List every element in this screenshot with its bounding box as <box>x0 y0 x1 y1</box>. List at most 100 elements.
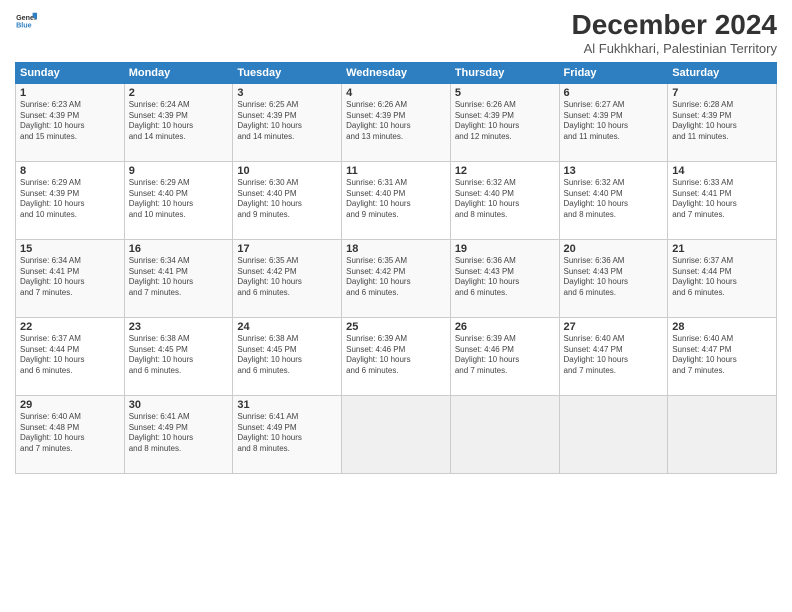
day-number: 29 <box>20 399 120 411</box>
day-number: 5 <box>455 87 555 99</box>
day-cell: 1Sunrise: 6:23 AM Sunset: 4:39 PM Daylig… <box>16 83 125 161</box>
day-number: 6 <box>564 87 664 99</box>
day-info: Sunrise: 6:35 AM Sunset: 4:42 PM Dayligh… <box>346 256 446 299</box>
logo-icon: General Blue <box>15 10 37 32</box>
day-number: 18 <box>346 243 446 255</box>
day-cell: 23Sunrise: 6:38 AM Sunset: 4:45 PM Dayli… <box>124 317 233 395</box>
day-cell: 9Sunrise: 6:29 AM Sunset: 4:40 PM Daylig… <box>124 161 233 239</box>
day-number: 1 <box>20 87 120 99</box>
day-info: Sunrise: 6:34 AM Sunset: 4:41 PM Dayligh… <box>129 256 229 299</box>
day-info: Sunrise: 6:24 AM Sunset: 4:39 PM Dayligh… <box>129 100 229 143</box>
day-cell: 17Sunrise: 6:35 AM Sunset: 4:42 PM Dayli… <box>233 239 342 317</box>
day-info: Sunrise: 6:26 AM Sunset: 4:39 PM Dayligh… <box>455 100 555 143</box>
day-cell: 4Sunrise: 6:26 AM Sunset: 4:39 PM Daylig… <box>342 83 451 161</box>
page: General Blue December 2024 Al Fukhkhari,… <box>0 0 792 612</box>
day-number: 15 <box>20 243 120 255</box>
week-row-5: 29Sunrise: 6:40 AM Sunset: 4:48 PM Dayli… <box>16 395 777 473</box>
day-cell: 29Sunrise: 6:40 AM Sunset: 4:48 PM Dayli… <box>16 395 125 473</box>
col-wednesday: Wednesday <box>342 62 451 83</box>
day-info: Sunrise: 6:41 AM Sunset: 4:49 PM Dayligh… <box>129 412 229 455</box>
day-number: 13 <box>564 165 664 177</box>
header: General Blue December 2024 Al Fukhkhari,… <box>15 10 777 56</box>
day-number: 27 <box>564 321 664 333</box>
day-info: Sunrise: 6:29 AM Sunset: 4:39 PM Dayligh… <box>20 178 120 221</box>
col-monday: Monday <box>124 62 233 83</box>
col-sunday: Sunday <box>16 62 125 83</box>
day-number: 22 <box>20 321 120 333</box>
day-number: 30 <box>129 399 229 411</box>
week-row-2: 8Sunrise: 6:29 AM Sunset: 4:39 PM Daylig… <box>16 161 777 239</box>
day-number: 3 <box>237 87 337 99</box>
day-cell <box>559 395 668 473</box>
day-number: 25 <box>346 321 446 333</box>
logo: General Blue <box>15 10 37 32</box>
day-info: Sunrise: 6:34 AM Sunset: 4:41 PM Dayligh… <box>20 256 120 299</box>
day-number: 10 <box>237 165 337 177</box>
day-number: 4 <box>346 87 446 99</box>
day-info: Sunrise: 6:41 AM Sunset: 4:49 PM Dayligh… <box>237 412 337 455</box>
day-info: Sunrise: 6:32 AM Sunset: 4:40 PM Dayligh… <box>455 178 555 221</box>
title-block: December 2024 Al Fukhkhari, Palestinian … <box>572 10 777 56</box>
day-number: 28 <box>672 321 772 333</box>
day-info: Sunrise: 6:28 AM Sunset: 4:39 PM Dayligh… <box>672 100 772 143</box>
col-tuesday: Tuesday <box>233 62 342 83</box>
header-row: Sunday Monday Tuesday Wednesday Thursday… <box>16 62 777 83</box>
day-number: 16 <box>129 243 229 255</box>
day-cell: 21Sunrise: 6:37 AM Sunset: 4:44 PM Dayli… <box>668 239 777 317</box>
day-info: Sunrise: 6:23 AM Sunset: 4:39 PM Dayligh… <box>20 100 120 143</box>
day-cell: 28Sunrise: 6:40 AM Sunset: 4:47 PM Dayli… <box>668 317 777 395</box>
day-cell: 19Sunrise: 6:36 AM Sunset: 4:43 PM Dayli… <box>450 239 559 317</box>
calendar-title: December 2024 <box>572 10 777 41</box>
col-thursday: Thursday <box>450 62 559 83</box>
day-cell: 6Sunrise: 6:27 AM Sunset: 4:39 PM Daylig… <box>559 83 668 161</box>
day-info: Sunrise: 6:36 AM Sunset: 4:43 PM Dayligh… <box>455 256 555 299</box>
day-info: Sunrise: 6:31 AM Sunset: 4:40 PM Dayligh… <box>346 178 446 221</box>
day-cell: 14Sunrise: 6:33 AM Sunset: 4:41 PM Dayli… <box>668 161 777 239</box>
day-info: Sunrise: 6:40 AM Sunset: 4:48 PM Dayligh… <box>20 412 120 455</box>
day-cell: 22Sunrise: 6:37 AM Sunset: 4:44 PM Dayli… <box>16 317 125 395</box>
day-cell: 30Sunrise: 6:41 AM Sunset: 4:49 PM Dayli… <box>124 395 233 473</box>
calendar-table: Sunday Monday Tuesday Wednesday Thursday… <box>15 62 777 474</box>
day-cell: 16Sunrise: 6:34 AM Sunset: 4:41 PM Dayli… <box>124 239 233 317</box>
week-row-1: 1Sunrise: 6:23 AM Sunset: 4:39 PM Daylig… <box>16 83 777 161</box>
day-number: 23 <box>129 321 229 333</box>
day-cell: 3Sunrise: 6:25 AM Sunset: 4:39 PM Daylig… <box>233 83 342 161</box>
day-cell: 26Sunrise: 6:39 AM Sunset: 4:46 PM Dayli… <box>450 317 559 395</box>
day-number: 20 <box>564 243 664 255</box>
day-cell: 11Sunrise: 6:31 AM Sunset: 4:40 PM Dayli… <box>342 161 451 239</box>
day-cell: 24Sunrise: 6:38 AM Sunset: 4:45 PM Dayli… <box>233 317 342 395</box>
day-cell: 7Sunrise: 6:28 AM Sunset: 4:39 PM Daylig… <box>668 83 777 161</box>
day-number: 11 <box>346 165 446 177</box>
day-info: Sunrise: 6:32 AM Sunset: 4:40 PM Dayligh… <box>564 178 664 221</box>
day-info: Sunrise: 6:25 AM Sunset: 4:39 PM Dayligh… <box>237 100 337 143</box>
day-info: Sunrise: 6:39 AM Sunset: 4:46 PM Dayligh… <box>346 334 446 377</box>
day-info: Sunrise: 6:37 AM Sunset: 4:44 PM Dayligh… <box>672 256 772 299</box>
day-cell: 8Sunrise: 6:29 AM Sunset: 4:39 PM Daylig… <box>16 161 125 239</box>
day-number: 24 <box>237 321 337 333</box>
day-info: Sunrise: 6:40 AM Sunset: 4:47 PM Dayligh… <box>564 334 664 377</box>
day-number: 26 <box>455 321 555 333</box>
day-cell <box>450 395 559 473</box>
day-number: 9 <box>129 165 229 177</box>
col-friday: Friday <box>559 62 668 83</box>
day-cell: 18Sunrise: 6:35 AM Sunset: 4:42 PM Dayli… <box>342 239 451 317</box>
day-cell: 20Sunrise: 6:36 AM Sunset: 4:43 PM Dayli… <box>559 239 668 317</box>
day-cell: 25Sunrise: 6:39 AM Sunset: 4:46 PM Dayli… <box>342 317 451 395</box>
day-cell: 5Sunrise: 6:26 AM Sunset: 4:39 PM Daylig… <box>450 83 559 161</box>
day-info: Sunrise: 6:27 AM Sunset: 4:39 PM Dayligh… <box>564 100 664 143</box>
day-number: 8 <box>20 165 120 177</box>
day-cell: 10Sunrise: 6:30 AM Sunset: 4:40 PM Dayli… <box>233 161 342 239</box>
day-info: Sunrise: 6:26 AM Sunset: 4:39 PM Dayligh… <box>346 100 446 143</box>
calendar-subtitle: Al Fukhkhari, Palestinian Territory <box>572 41 777 56</box>
day-number: 19 <box>455 243 555 255</box>
day-number: 17 <box>237 243 337 255</box>
day-info: Sunrise: 6:36 AM Sunset: 4:43 PM Dayligh… <box>564 256 664 299</box>
day-info: Sunrise: 6:30 AM Sunset: 4:40 PM Dayligh… <box>237 178 337 221</box>
day-info: Sunrise: 6:33 AM Sunset: 4:41 PM Dayligh… <box>672 178 772 221</box>
day-info: Sunrise: 6:38 AM Sunset: 4:45 PM Dayligh… <box>237 334 337 377</box>
day-cell <box>342 395 451 473</box>
week-row-4: 22Sunrise: 6:37 AM Sunset: 4:44 PM Dayli… <box>16 317 777 395</box>
day-info: Sunrise: 6:29 AM Sunset: 4:40 PM Dayligh… <box>129 178 229 221</box>
day-cell: 2Sunrise: 6:24 AM Sunset: 4:39 PM Daylig… <box>124 83 233 161</box>
day-cell: 12Sunrise: 6:32 AM Sunset: 4:40 PM Dayli… <box>450 161 559 239</box>
